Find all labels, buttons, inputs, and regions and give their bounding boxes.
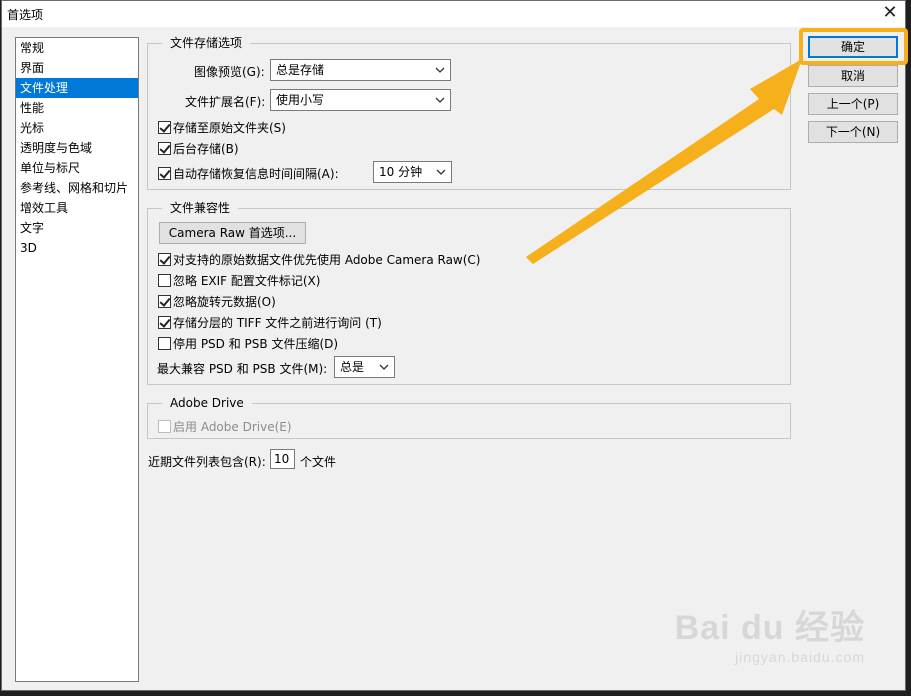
preferences-dialog: 首选项 ✕ 常规 界面 文件处理 性能 光标 透明度与色域 单位与标尺 参考线、… xyxy=(1,0,908,691)
watermark-url: jingyan.baidu.com xyxy=(735,649,865,665)
annotation-arrow xyxy=(526,59,802,264)
watermark: Bai du 经验 jingyan.baidu.com xyxy=(675,600,865,665)
screen-frame: 首选项 ✕ 常规 界面 文件处理 性能 光标 透明度与色域 单位与标尺 参考线、… xyxy=(0,0,911,696)
arrow-shape xyxy=(526,59,802,264)
watermark-logo: Bai du 经验 xyxy=(674,609,865,647)
